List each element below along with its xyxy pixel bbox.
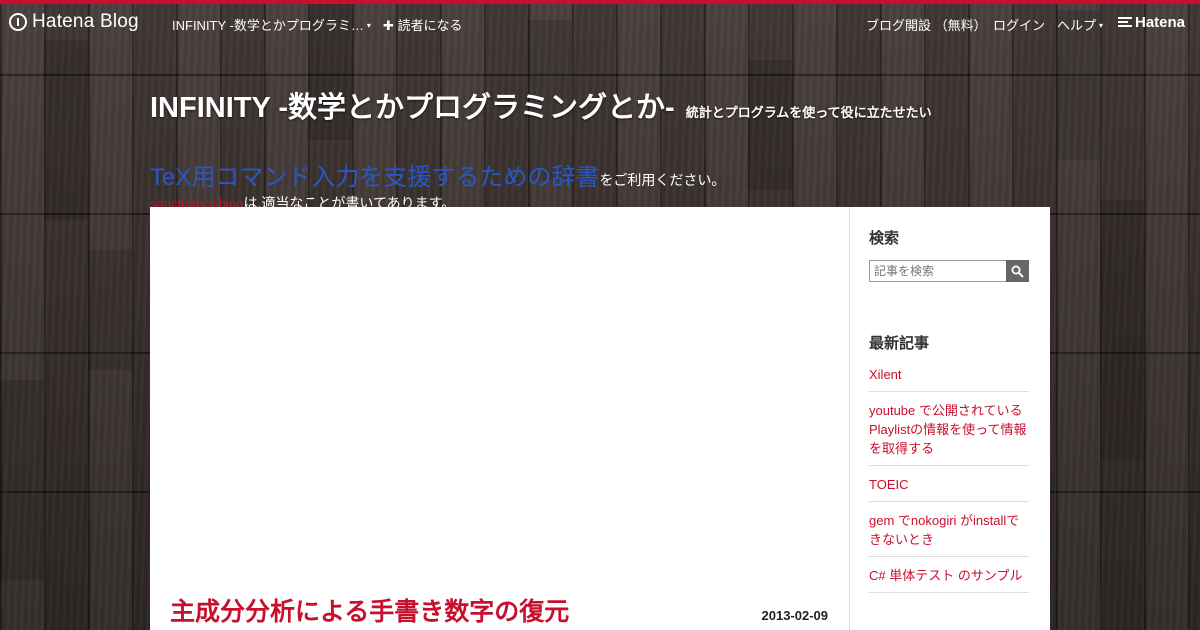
- blank-ad-area: [170, 227, 830, 587]
- blog-header: INFINITY -数学とかプログラミングとか- 統計とプログラムを使って役に立…: [150, 84, 932, 126]
- open-blog-label: ブログ開設 （無料）: [866, 18, 987, 33]
- login-link[interactable]: ログイン: [993, 15, 1045, 34]
- blog-title[interactable]: INFINITY -数学とかプログラミングとか-: [150, 84, 675, 126]
- search-module-title: 検索: [869, 230, 900, 247]
- subscribe-button[interactable]: ✚ 読者になる: [383, 15, 463, 34]
- open-blog-link[interactable]: ブログ開設 （無料）: [866, 15, 987, 34]
- tex-dictionary-link[interactable]: TeX用コマンド入力を支援するための辞書: [150, 157, 599, 192]
- search-button[interactable]: [1006, 260, 1029, 282]
- search-form: [869, 260, 1029, 282]
- hatena-label: Hatena: [1135, 14, 1186, 31]
- hatena-menu-icon: [1118, 17, 1132, 27]
- entry-title[interactable]: 主成分分析による手書き数字の復元: [170, 592, 569, 628]
- recent-entries-title: 最新記事: [869, 335, 930, 352]
- hatena-blog-logo[interactable]: Hatena Blog: [9, 11, 139, 33]
- logo-text: Hatena Blog: [32, 11, 139, 32]
- search-icon: [1011, 265, 1024, 278]
- blog-menu-dropdown[interactable]: INFINITY -数学とかプログラミ… ▾: [172, 15, 371, 34]
- chevron-down-icon: ▾: [1099, 21, 1104, 30]
- main-column: 主成分分析による手書き数字の復元 2013-02-09: [150, 207, 850, 630]
- recent-entry-link[interactable]: youtube で公開されているPlaylistの情報を使って情報を取得する: [869, 401, 1029, 466]
- help-dropdown[interactable]: ヘルプ ▾: [1057, 15, 1103, 34]
- hatena-logo-icon: [9, 13, 27, 31]
- blog-description: 統計とプログラムを使って役に立たせたい: [685, 105, 932, 120]
- announcement: TeX用コマンド入力を支援するための辞書 をご利用ください。 sanctuary…: [150, 157, 725, 213]
- subscribe-label: ✚ 読者になる: [383, 18, 463, 33]
- tex-suffix-text: をご利用ください。: [599, 172, 726, 188]
- content-area: 主成分分析による手書き数字の復元 2013-02-09 検索 最新記事 Xile…: [150, 207, 1050, 630]
- recent-entry-link[interactable]: TOEIC: [869, 475, 1029, 502]
- search-input[interactable]: [869, 260, 1006, 282]
- help-label: ヘルプ: [1057, 18, 1097, 33]
- recent-entries-list: Xilent youtube で公開されているPlaylistの情報を使って情報…: [869, 365, 1029, 602]
- recent-entry-link[interactable]: gem でnokogiri がinstallできないとき: [869, 511, 1029, 557]
- login-label: ログイン: [993, 18, 1046, 33]
- chevron-down-icon: ▾: [366, 21, 371, 30]
- entry-date[interactable]: 2013-02-09: [762, 608, 829, 623]
- global-header: Hatena Blog INFINITY -数学とかプログラミ… ▾ ✚ 読者にな…: [0, 0, 1200, 42]
- blog-menu-label: INFINITY -数学とかプログラミ…: [172, 18, 364, 33]
- recent-entry-link[interactable]: Xilent: [869, 365, 1029, 392]
- hatena-menu[interactable]: Hatena: [1118, 14, 1185, 31]
- recent-entry-link[interactable]: C# 単体テスト のサンプル: [869, 566, 1029, 593]
